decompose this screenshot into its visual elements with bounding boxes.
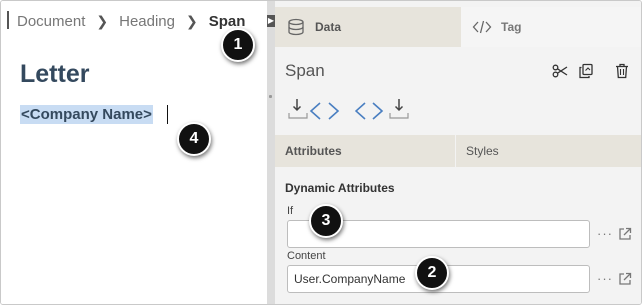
breadcrumb-marker xyxy=(7,11,9,29)
tab-tag[interactable]: Tag xyxy=(461,7,641,47)
pane-splitter[interactable]: ▶ xyxy=(267,1,275,304)
tab-tag-label: Tag xyxy=(501,20,522,34)
tab-data-label: Data xyxy=(315,20,342,34)
delete-icon[interactable] xyxy=(613,61,631,81)
callout-badge: 3 xyxy=(309,204,343,238)
text-cursor xyxy=(167,105,168,124)
breadcrumb: Document ❯ Heading ❯ Span xyxy=(17,11,245,31)
element-name: Span xyxy=(285,61,325,80)
wrap-after-icon[interactable] xyxy=(355,95,415,127)
app-window: Document ❯ Heading ❯ Span Letter <Company Na… xyxy=(0,0,642,305)
content-label: Content xyxy=(287,250,326,262)
cut-icon[interactable] xyxy=(551,61,569,81)
properties-panel: Data Tag Span Attributes Styles Dynamic … xyxy=(275,1,641,304)
external-link-icon[interactable] xyxy=(618,272,632,286)
chevron-right-icon: ❯ xyxy=(186,13,198,29)
splitter-handle[interactable] xyxy=(269,95,272,98)
callout-badge: 2 xyxy=(415,256,449,290)
selected-span[interactable]: <Company Name> xyxy=(20,105,153,124)
breadcrumb-item-document[interactable]: Document xyxy=(17,13,85,30)
callout-badge: 4 xyxy=(177,122,211,156)
copy-icon[interactable] xyxy=(577,61,595,81)
if-label: If xyxy=(287,205,294,217)
external-link-icon[interactable] xyxy=(618,227,632,241)
tab-data[interactable]: Data xyxy=(275,7,461,47)
panel-tabs: Data Tag xyxy=(275,1,641,47)
collapse-arrow-icon[interactable]: ▶ xyxy=(267,15,275,27)
section-title: Dynamic Attributes xyxy=(285,181,395,195)
document-heading[interactable]: Letter xyxy=(20,59,89,89)
callout-badge: 1 xyxy=(221,28,255,62)
more-options-button[interactable]: ··· xyxy=(597,226,613,241)
attribute-tabs: Attributes Styles xyxy=(275,135,641,167)
tab-styles[interactable]: Styles xyxy=(455,135,641,167)
breadcrumb-item-heading[interactable]: Heading xyxy=(119,13,175,30)
tab-attributes[interactable]: Attributes xyxy=(275,135,455,167)
chevron-right-icon: ❯ xyxy=(96,13,109,29)
more-options-button[interactable]: ··· xyxy=(597,271,613,286)
database-icon xyxy=(285,16,307,38)
wrap-before-icon[interactable] xyxy=(287,95,355,127)
code-icon xyxy=(471,16,493,38)
